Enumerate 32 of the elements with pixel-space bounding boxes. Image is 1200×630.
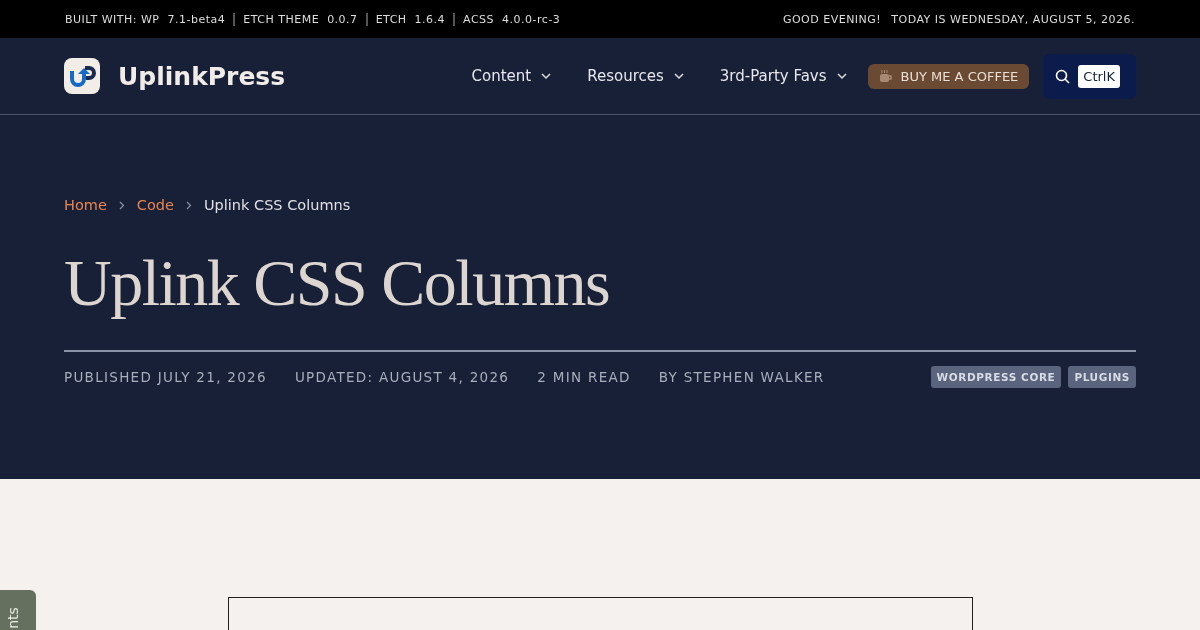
version-label: ETCH 1.6.4 xyxy=(365,12,454,26)
chevron-right-icon xyxy=(118,200,125,210)
post-meta: UPDATED: AUGUST 4, 2026 xyxy=(294,368,510,385)
version-label: BUILT WITH: WP 7.1-beta4 xyxy=(65,12,227,26)
logo-icon[interactable] xyxy=(64,58,100,94)
breadcrumb-link[interactable]: Code xyxy=(136,197,174,213)
nav-menu-item[interactable]: 3rd-Party Favs xyxy=(719,67,847,85)
shortcut-key: CtrlK xyxy=(1078,64,1120,88)
search-icon xyxy=(1055,68,1071,84)
coffee-button[interactable]: BUY ME A COFFEE xyxy=(867,63,1030,89)
chevron-right-icon xyxy=(185,200,192,210)
page-title: Uplink CSS Columns xyxy=(64,247,611,320)
version-label: ACSS 4.0.0-rc-3 xyxy=(453,12,569,26)
post-meta: 2 MIN READ xyxy=(537,368,631,385)
cup-icon xyxy=(878,69,893,83)
search-button[interactable]: CtrlK xyxy=(1043,53,1136,99)
brand-name[interactable]: UplinkPress xyxy=(118,61,286,91)
chevron-down-icon xyxy=(836,72,847,80)
chevron-down-icon xyxy=(673,72,684,80)
category-tag[interactable]: WORDPRESS CORE xyxy=(930,365,1062,388)
nav-menu-item[interactable]: Resources xyxy=(587,67,684,85)
post-meta: PUBLISHED JULY 21, 2026 xyxy=(64,368,267,385)
breadcrumb-link[interactable]: Home xyxy=(64,197,107,213)
side-tab[interactable]: nts xyxy=(0,590,36,630)
chevron-down-icon xyxy=(541,72,552,80)
post-meta: BY STEPHEN WALKER xyxy=(658,368,825,385)
category-tag[interactable]: PLUGINS xyxy=(1068,365,1136,388)
greeting-text: GOOD EVENING! xyxy=(782,12,882,26)
breadcrumb-current: Uplink CSS Columns xyxy=(203,197,351,213)
date-text: TODAY IS WEDNESDAY, AUGUST 5, 2026. xyxy=(891,12,1135,26)
nav-menu-item[interactable]: Content xyxy=(471,67,552,85)
version-label: ETCH THEME 0.0.7 xyxy=(233,12,366,26)
